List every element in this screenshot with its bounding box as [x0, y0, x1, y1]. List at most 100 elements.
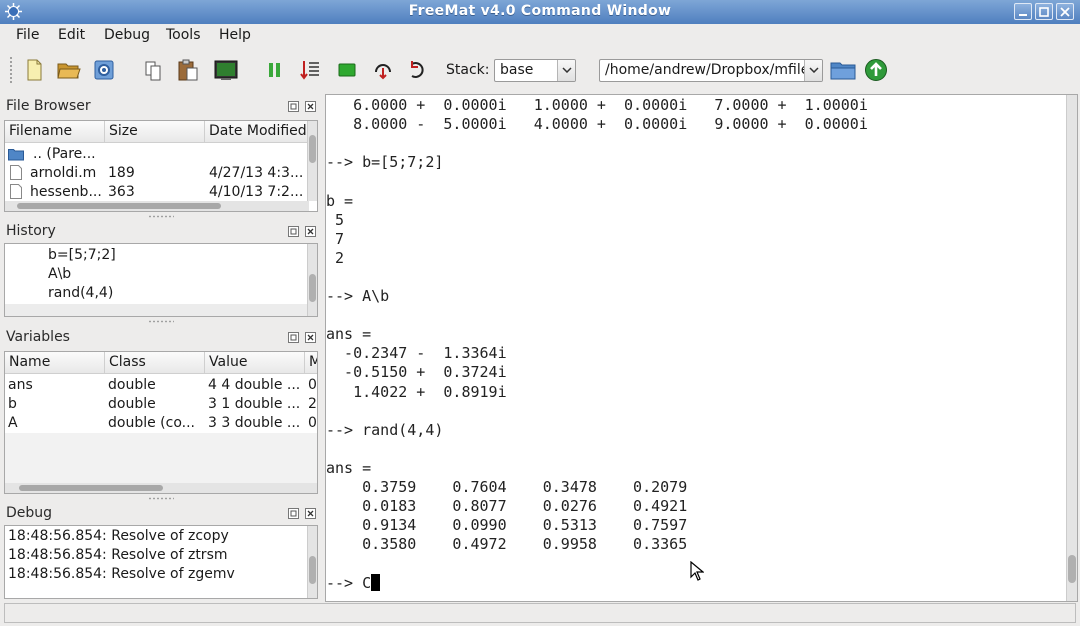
workspace-button[interactable]	[92, 58, 118, 82]
step-out-button[interactable]	[406, 58, 432, 82]
browse-folder-button[interactable]	[829, 58, 857, 82]
variable-class: double	[108, 396, 156, 412]
maximize-icon	[1039, 7, 1049, 17]
step-list-icon	[300, 61, 319, 80]
menu-tools[interactable]: Tools	[166, 27, 201, 43]
console-line: 0.9134 0.0990 0.5313 0.7597	[326, 516, 688, 535]
splitter-handle[interactable]	[148, 497, 174, 500]
console-line: -0.2347 - 1.3364i	[326, 344, 507, 363]
history-item[interactable]: rand(4,4)	[48, 285, 113, 301]
toolbar: Stack: base /home/andrew/Dropbox/mfiles	[0, 48, 1080, 92]
column-header-name[interactable]: Name	[5, 352, 105, 374]
directory-path: /home/andrew/Dropbox/mfiles	[605, 62, 817, 78]
debug-vertical-scrollbar[interactable]	[307, 526, 317, 598]
stack-label: Stack:	[446, 62, 490, 78]
console-vertical-scrollbar[interactable]	[1066, 95, 1077, 601]
float-icon[interactable]	[288, 101, 299, 112]
parent-directory-button[interactable]	[864, 58, 890, 82]
file-browser-horizontal-scrollbar[interactable]	[5, 201, 309, 211]
history-item[interactable]: A\b	[48, 266, 71, 282]
step-into-button[interactable]	[371, 58, 397, 82]
debug-title: Debug	[6, 505, 53, 521]
column-header-size[interactable]: Size	[105, 121, 205, 143]
close-icon[interactable]	[305, 508, 316, 519]
folder-icon	[8, 149, 24, 161]
history-item[interactable]: b=[5;7;2]	[48, 247, 116, 263]
debug-line: 18:48:56.854: Resolve of zgemv	[8, 566, 235, 582]
open-file-button[interactable]	[56, 58, 82, 82]
menu-file[interactable]: File	[16, 27, 39, 43]
close-window-button[interactable]	[1056, 3, 1074, 20]
variable-value: 3 1 double ...	[208, 396, 301, 412]
console-line: ans =	[326, 325, 372, 344]
variable-m: 0	[308, 377, 317, 393]
console-line: --> rand(4,4)	[326, 420, 444, 439]
column-header-date-modified[interactable]: Date Modified	[205, 121, 308, 143]
variables-horizontal-scrollbar[interactable]	[5, 483, 317, 493]
copy-button[interactable]	[142, 58, 168, 82]
step-into-icon	[375, 64, 391, 80]
directory-dropdown-arrow[interactable]	[804, 60, 822, 81]
step-button[interactable]	[298, 58, 324, 82]
toolbar-grip[interactable]	[9, 56, 13, 84]
column-header-m[interactable]: M	[305, 352, 317, 374]
new-file-button[interactable]	[22, 58, 48, 82]
mouse-pointer-icon	[690, 561, 704, 581]
file-name: .. (Pare...	[33, 146, 96, 162]
command-console[interactable]: 6.0000 + 0.0000i 1.0000 + 0.0000i 7.0000…	[325, 94, 1078, 602]
minimize-button[interactable]	[1014, 3, 1032, 20]
file-name: hessenb...	[30, 184, 102, 200]
menu-help[interactable]: Help	[219, 27, 251, 43]
console-line: 0.3759 0.7604 0.3478 0.2079	[326, 478, 688, 496]
variable-m: 2	[308, 396, 317, 412]
file-name: arnoldi.m	[30, 165, 97, 181]
new-file-icon	[27, 59, 42, 81]
debug-panel: 18:48:56.854: Resolve of zcopy 18:48:56.…	[4, 525, 318, 599]
variable-value: 3 3 double ...	[208, 415, 301, 431]
float-icon[interactable]	[288, 508, 299, 519]
splitter-handle[interactable]	[148, 215, 174, 218]
directory-select[interactable]: /home/andrew/Dropbox/mfiles	[599, 59, 823, 82]
step-out-icon	[411, 61, 424, 78]
stack-dropdown-arrow[interactable]	[557, 60, 575, 81]
column-header-filename[interactable]: Filename	[5, 121, 105, 143]
variable-name: A	[8, 415, 18, 431]
column-header-value[interactable]: Value	[205, 352, 305, 374]
open-folder-icon	[57, 63, 81, 79]
splitter-handle[interactable]	[148, 320, 174, 323]
console-line: 1.4022 + 0.8919i	[326, 382, 507, 401]
console-line: --> A\b	[326, 287, 390, 305]
float-icon[interactable]	[288, 332, 299, 343]
minimize-icon	[1019, 14, 1027, 16]
file-icon	[10, 165, 22, 180]
variable-value: 4 4 double ...	[208, 377, 301, 393]
close-icon	[1060, 7, 1070, 17]
file-browser-panel: Filename Size Date Modified .. (Pare... …	[4, 120, 318, 212]
column-header-class[interactable]: Class	[105, 352, 205, 374]
float-icon[interactable]	[288, 226, 299, 237]
console-line: 5	[326, 210, 345, 229]
terminal-button[interactable]	[213, 58, 239, 82]
file-browser-vertical-scrollbar[interactable]	[307, 121, 317, 201]
console-line: -0.5150 + 0.3724i	[326, 363, 507, 382]
text-cursor	[371, 573, 381, 591]
console-line: 7	[326, 229, 345, 248]
maximize-button[interactable]	[1035, 3, 1053, 20]
console-line: 2	[326, 248, 345, 267]
stop-icon	[338, 63, 356, 77]
stack-select[interactable]: base	[494, 59, 576, 82]
close-icon[interactable]	[305, 226, 316, 237]
terminal-icon	[214, 60, 238, 80]
console-line: ans =	[326, 458, 372, 477]
workspace-gear-icon	[94, 60, 114, 80]
stack-select-value: base	[500, 62, 534, 78]
debug-line: 18:48:56.854: Resolve of zcopy	[8, 528, 229, 544]
stop-button[interactable]	[335, 58, 361, 82]
menu-edit[interactable]: Edit	[58, 27, 85, 43]
paste-button[interactable]	[176, 58, 202, 82]
close-icon[interactable]	[305, 101, 316, 112]
pause-button[interactable]	[263, 58, 289, 82]
history-vertical-scrollbar[interactable]	[307, 244, 317, 316]
close-icon[interactable]	[305, 332, 316, 343]
menu-debug[interactable]: Debug	[104, 27, 150, 43]
